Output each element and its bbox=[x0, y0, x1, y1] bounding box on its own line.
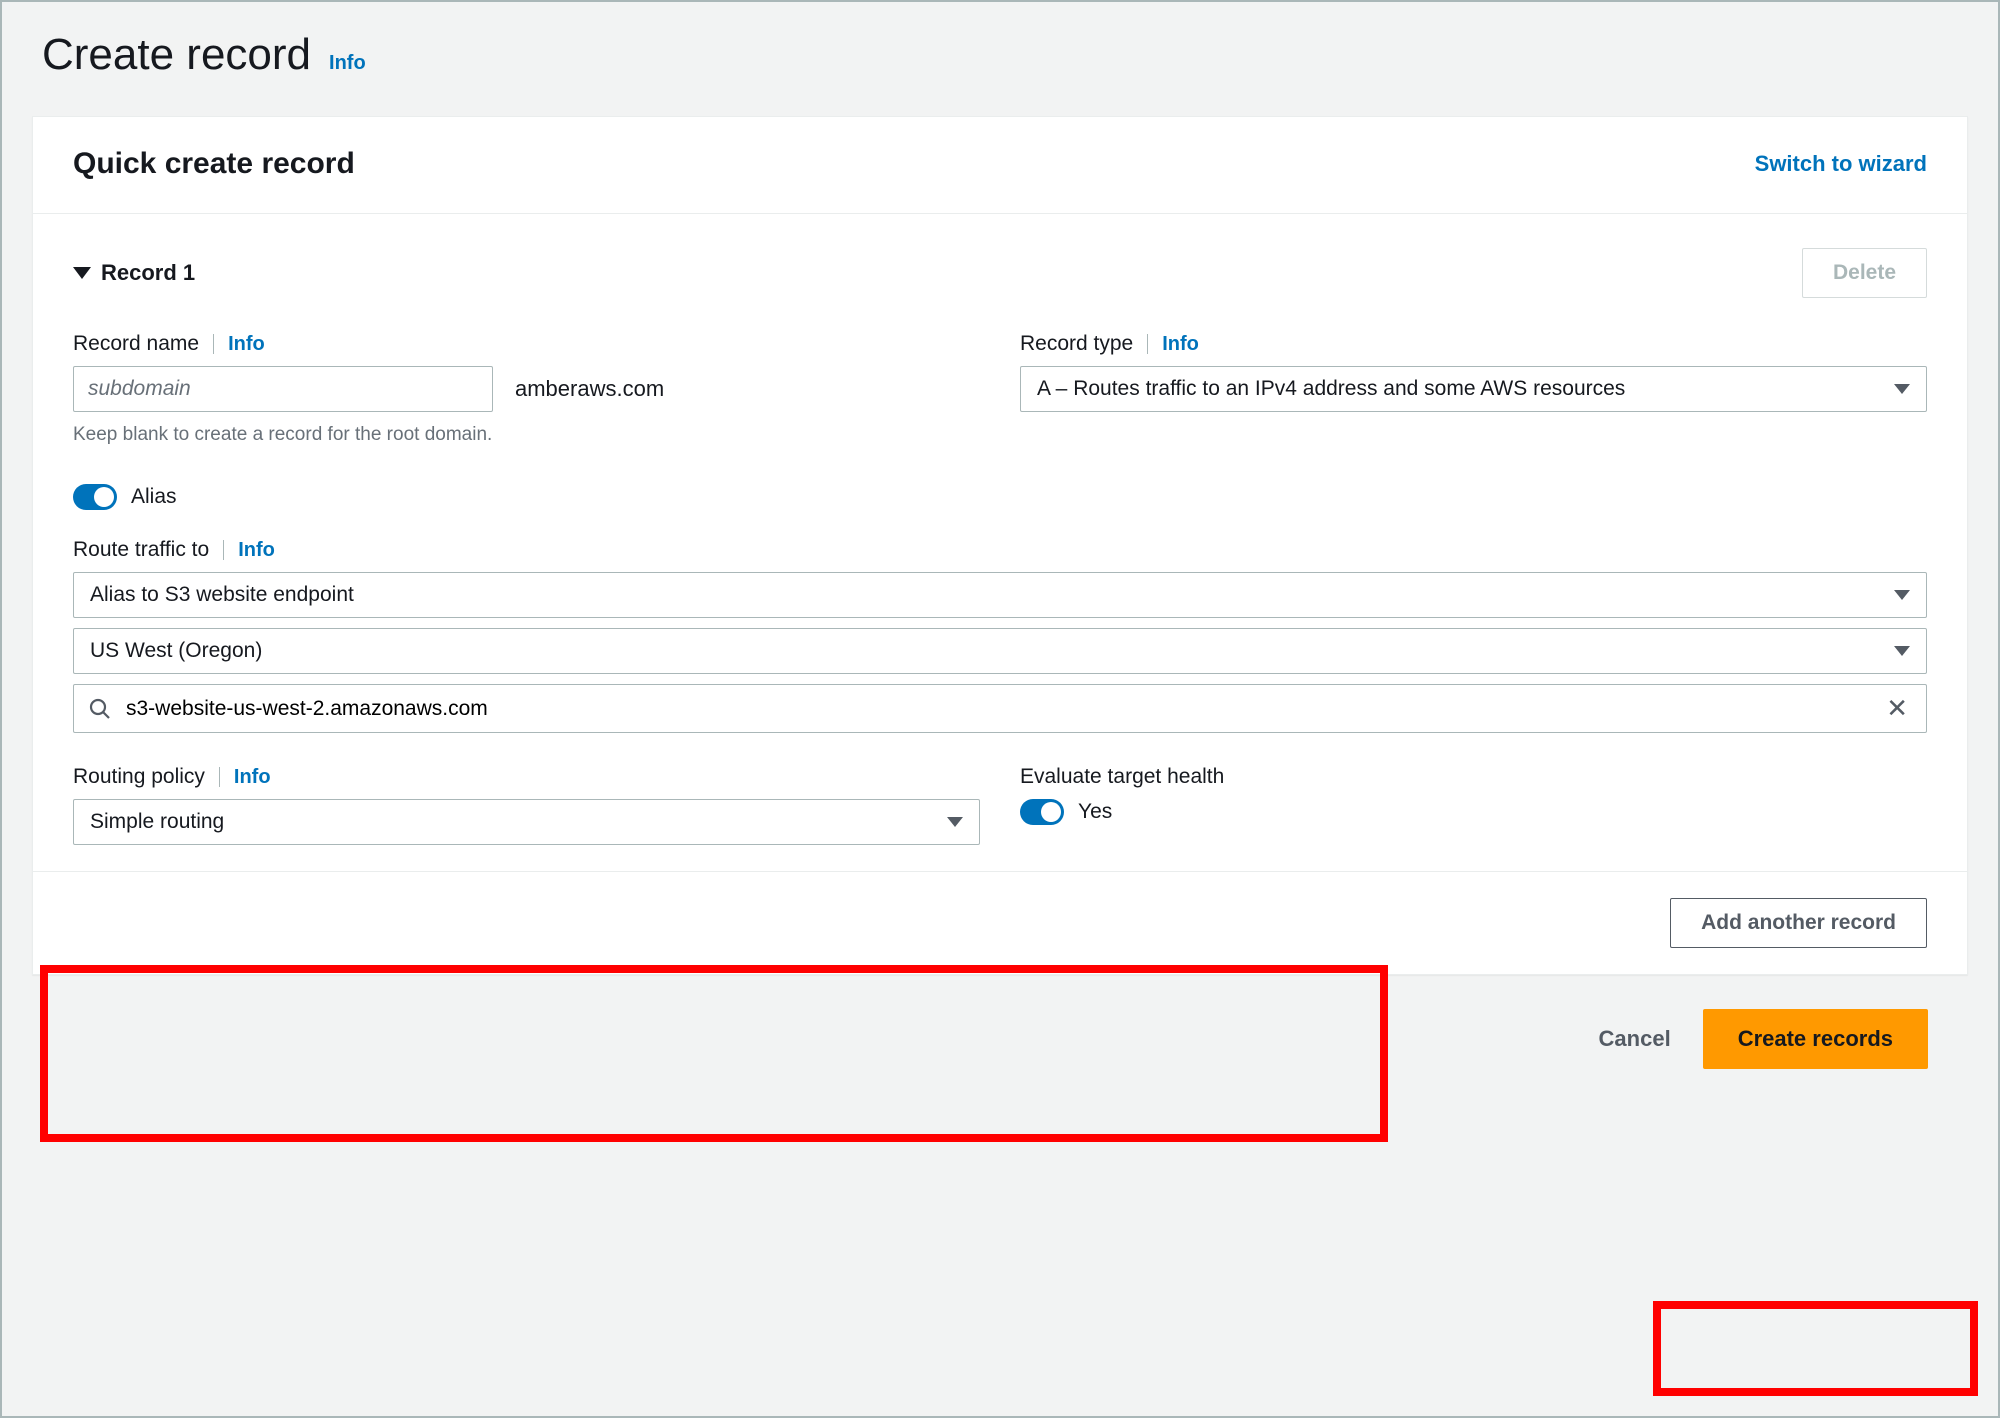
search-icon bbox=[88, 697, 112, 721]
record-type-label: Record type bbox=[1020, 332, 1133, 356]
quick-create-panel: Quick create record Switch to wizard Rec… bbox=[32, 116, 1968, 975]
add-another-record-button[interactable]: Add another record bbox=[1670, 898, 1927, 948]
panel-heading: Quick create record bbox=[73, 147, 355, 181]
record-name-info-link[interactable]: Info bbox=[228, 333, 265, 356]
alias-target-value: Alias to S3 website endpoint bbox=[90, 583, 354, 607]
cancel-button[interactable]: Cancel bbox=[1599, 1026, 1671, 1052]
routing-policy-value: Simple routing bbox=[90, 810, 224, 834]
record-header: Record 1 Delete bbox=[73, 248, 1927, 298]
region-value: US West (Oregon) bbox=[90, 639, 262, 663]
alias-toggle[interactable] bbox=[73, 484, 117, 510]
page-info-link[interactable]: Info bbox=[329, 52, 366, 75]
record-type-value: A – Routes traffic to an IPv4 address an… bbox=[1037, 377, 1625, 401]
alias-toggle-group: Alias bbox=[73, 462, 1927, 538]
endpoint-input[interactable] bbox=[126, 697, 1868, 721]
evaluate-health-toggle[interactable] bbox=[1020, 799, 1064, 825]
create-records-button[interactable]: Create records bbox=[1703, 1009, 1928, 1069]
chevron-down-icon bbox=[1894, 590, 1910, 600]
domain-suffix: amberaws.com bbox=[515, 376, 664, 402]
record-type-group: Record type Info A – Routes traffic to a… bbox=[1020, 332, 1927, 446]
record-name-input[interactable] bbox=[73, 366, 493, 412]
record-name-help: Keep blank to create a record for the ro… bbox=[73, 424, 980, 446]
panel-header: Quick create record Switch to wizard bbox=[33, 117, 1967, 214]
highlight-annotation bbox=[1653, 1301, 1978, 1396]
record-type-select[interactable]: A – Routes traffic to an IPv4 address an… bbox=[1020, 366, 1927, 412]
label-separator bbox=[219, 767, 220, 787]
record-title: Record 1 bbox=[101, 260, 195, 286]
record-form-grid: Record name Info amberaws.com Keep blank… bbox=[73, 332, 1927, 861]
record-collapse-toggle[interactable]: Record 1 bbox=[73, 260, 195, 286]
record-name-group: Record name Info amberaws.com Keep blank… bbox=[73, 332, 980, 446]
caret-down-icon bbox=[73, 267, 91, 279]
route-traffic-info-link[interactable]: Info bbox=[238, 539, 275, 562]
chevron-down-icon bbox=[1894, 384, 1910, 394]
routing-row: Routing policy Info Simple routing Evalu… bbox=[73, 765, 1927, 861]
page-title-row: Create record Info bbox=[32, 30, 1968, 80]
page-title: Create record bbox=[42, 30, 311, 80]
evaluate-health-value: Yes bbox=[1078, 800, 1112, 824]
endpoint-search-select[interactable]: ✕ bbox=[73, 684, 1927, 733]
page-actions: Cancel Create records bbox=[32, 999, 1968, 1069]
route-traffic-group: Route traffic to Info Alias to S3 websit… bbox=[73, 538, 1927, 733]
route-traffic-label: Route traffic to bbox=[73, 538, 209, 562]
region-select[interactable]: US West (Oregon) bbox=[73, 628, 1927, 674]
panel-footer: Add another record bbox=[33, 871, 1967, 974]
label-separator bbox=[1147, 334, 1148, 354]
label-separator bbox=[223, 540, 224, 560]
evaluate-health-label: Evaluate target health bbox=[1020, 765, 1224, 789]
record-name-label: Record name bbox=[73, 332, 199, 356]
routing-policy-info-link[interactable]: Info bbox=[234, 766, 271, 789]
alias-target-select[interactable]: Alias to S3 website endpoint bbox=[73, 572, 1927, 618]
routing-policy-group: Routing policy Info Simple routing bbox=[73, 765, 980, 845]
record-type-info-link[interactable]: Info bbox=[1162, 333, 1199, 356]
label-separator bbox=[213, 334, 214, 354]
clear-icon[interactable]: ✕ bbox=[1882, 693, 1912, 724]
routing-policy-label: Routing policy bbox=[73, 765, 205, 789]
panel-body: Record 1 Delete Record name Info amberaw… bbox=[33, 214, 1967, 871]
alias-label: Alias bbox=[131, 485, 177, 509]
evaluate-health-group: Evaluate target health Yes bbox=[1020, 765, 1927, 845]
routing-policy-select[interactable]: Simple routing bbox=[73, 799, 980, 845]
chevron-down-icon bbox=[1894, 646, 1910, 656]
chevron-down-icon bbox=[947, 817, 963, 827]
delete-button[interactable]: Delete bbox=[1802, 248, 1927, 298]
switch-to-wizard-link[interactable]: Switch to wizard bbox=[1755, 151, 1927, 177]
